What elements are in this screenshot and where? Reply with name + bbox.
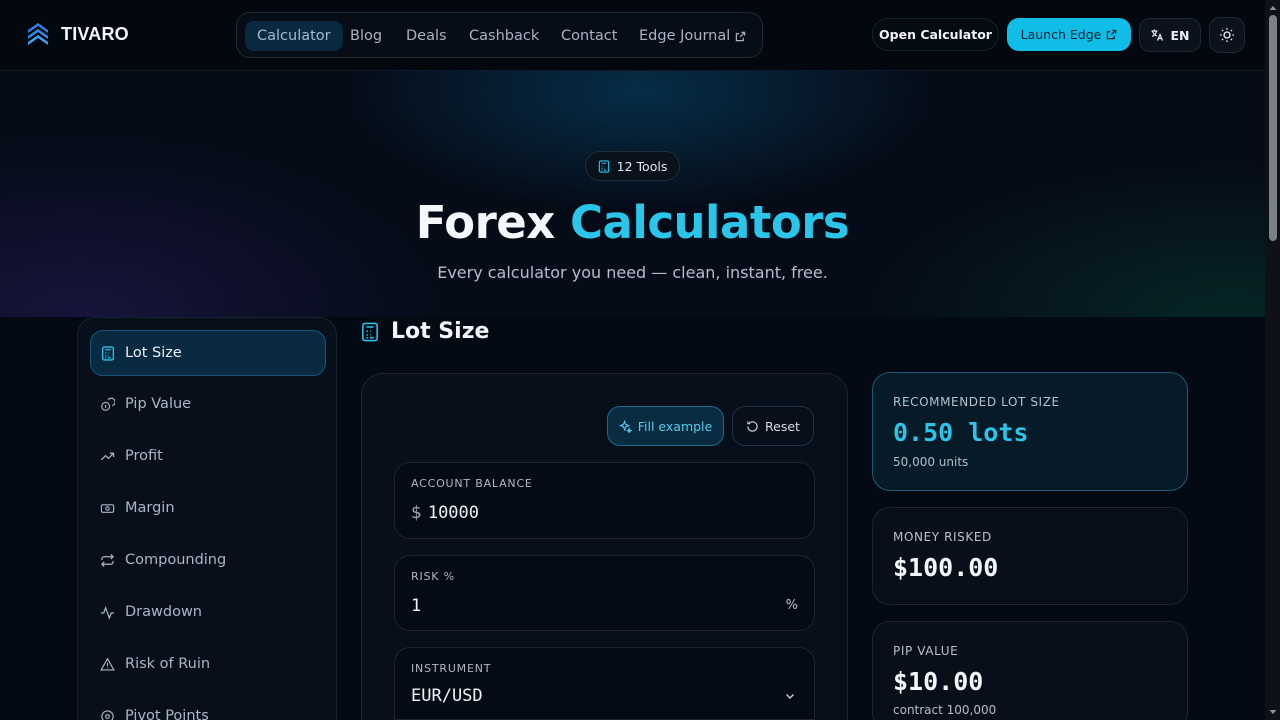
sidebar-item-label: Profit (125, 448, 163, 464)
title-main: Forex (415, 196, 556, 249)
sidebar-item-drawdown[interactable]: Drawdown (90, 589, 326, 635)
scroll-down-icon[interactable] (1268, 707, 1278, 717)
launch-edge-button[interactable]: Launch Edge (1007, 18, 1131, 51)
fill-example-label: Fill example (637, 418, 713, 434)
top-navigation-bar: TIVARO Calculator Blog Deals Cashback Co… (0, 0, 1265, 71)
nav-item-cashback[interactable]: Cashback (457, 21, 551, 51)
external-link-icon (736, 31, 746, 41)
tools-count-badge: 12 Tools (585, 151, 680, 181)
field-label: RISK % (411, 570, 455, 583)
scrollbar-thumb[interactable] (1269, 15, 1277, 241)
nav-label: Blog (350, 28, 383, 44)
sidebar-item-label: Risk of Ruin (125, 656, 211, 672)
trending-up-icon (100, 452, 115, 460)
instrument-select[interactable]: INSTRUMENT EUR/USD (394, 647, 815, 720)
open-calculator-button[interactable]: Open Calculator (872, 18, 999, 51)
risk-percent-value: 1 (411, 596, 422, 616)
instrument-value: EUR/USD (411, 686, 483, 706)
nav-label: Edge Journal (639, 28, 731, 44)
external-link-icon (1107, 29, 1117, 40)
language-label: EN (1170, 27, 1190, 43)
nav-item-calculator[interactable]: Calculator (245, 21, 343, 51)
chevron-down-icon (786, 694, 794, 699)
calculator-heading: Lot Size (361, 319, 489, 344)
nav-label: Cashback (469, 28, 540, 44)
account-balance-field[interactable]: ACCOUNT BALANCE $10000 (394, 462, 815, 539)
sidebar-item-risk-of-ruin[interactable]: Risk of Ruin (90, 641, 326, 687)
warning-icon (100, 657, 115, 670)
translate-icon (1151, 29, 1164, 41)
brand-name: TIVARO (61, 23, 129, 44)
sidebar-item-label: Compounding (125, 552, 227, 568)
theme-toggle[interactable] (1209, 17, 1245, 53)
sun-icon (1220, 28, 1234, 42)
language-switcher[interactable]: EN (1139, 18, 1201, 52)
sidebar-item-pivot-points[interactable]: Pivot Points (90, 693, 326, 720)
page-subtitle: Every calculator you need — clean, insta… (437, 263, 828, 282)
field-label: ACCOUNT BALANCE (411, 477, 533, 490)
sidebar-item-lot-size[interactable]: Lot Size (90, 330, 326, 376)
nav-label: Calculator (257, 28, 331, 44)
pip-value-value: $10.00 (893, 667, 984, 696)
result-card-pip-value: PIP VALUE $10.00 contract 100,000 (872, 621, 1188, 720)
calculator-icon (598, 159, 609, 173)
money-risked-value: $100.00 (893, 553, 999, 582)
result-label: PIP VALUE (893, 644, 959, 658)
fill-example-button[interactable]: Fill example (607, 406, 724, 446)
scroll-up-icon[interactable] (1268, 3, 1278, 13)
reset-icon (747, 420, 758, 432)
activity-icon (100, 605, 115, 620)
reset-label: Reset (765, 418, 800, 434)
sidebar-item-label: Lot Size (125, 345, 182, 361)
nav-item-blog[interactable]: Blog (338, 21, 394, 51)
nav-label: Deals (406, 28, 447, 44)
title-accent: Calculators (570, 196, 850, 249)
logo-icon (28, 23, 48, 45)
page-title: Forex Calculators (0, 196, 1265, 249)
brand-logo[interactable]: TIVARO (25, 21, 129, 47)
account-balance-value: 10000 (427, 503, 480, 523)
nav-item-deals[interactable]: Deals (394, 21, 459, 51)
sidebar-item-compounding[interactable]: Compounding (90, 537, 326, 583)
pivot-icon (101, 709, 114, 720)
result-card-lot-size: RECOMMENDED LOT SIZE 0.50 lots 50,000 un… (872, 372, 1188, 491)
result-card-money-risked: MONEY RISKED $100.00 (872, 507, 1188, 605)
risk-percent-field[interactable]: RISK % 1 % (394, 555, 815, 631)
open-calculator-label: Open Calculator (879, 27, 992, 42)
field-label: INSTRUMENT (411, 662, 492, 675)
coins-icon (101, 397, 115, 411)
launch-edge-label: Launch Edge (1020, 27, 1102, 42)
sidebar-item-pip-value[interactable]: Pip Value (90, 381, 326, 427)
sidebar-item-profit[interactable]: Profit (90, 433, 326, 479)
calculator-sidebar: Lot Size Pip Value Profit Margin Compoun… (77, 317, 337, 720)
sidebar-item-margin[interactable]: Margin (90, 485, 326, 531)
sidebar-item-label: Margin (125, 500, 175, 516)
lot-size-units: 50,000 units (893, 455, 969, 469)
nav-item-contact[interactable]: Contact (549, 21, 629, 51)
percent-suffix: % (785, 598, 798, 613)
nav-item-edge-journal[interactable]: Edge Journal (627, 21, 758, 51)
account-balance-input[interactable]: $10000 (411, 503, 479, 523)
currency-prefix: $ (411, 503, 422, 523)
calculator-title: Lot Size (391, 319, 490, 344)
sidebar-item-label: Pivot Points (125, 708, 209, 720)
main-nav: Calculator Blog Deals Cashback Contact E… (236, 12, 763, 58)
result-label: MONEY RISKED (893, 530, 992, 544)
repeat-icon (101, 553, 114, 567)
sparkles-icon (618, 419, 632, 433)
lot-size-value: 0.50 lots (893, 418, 1029, 447)
sidebar-item-label: Pip Value (125, 396, 192, 412)
sidebar-item-label: Drawdown (125, 604, 202, 620)
risk-percent-input[interactable]: 1 (411, 596, 421, 616)
banknote-icon (100, 503, 115, 513)
pip-value-contract: contract 100,000 (893, 703, 997, 717)
result-label: RECOMMENDED LOT SIZE (893, 395, 1060, 409)
badge-label: 12 Tools (616, 158, 668, 174)
calculator-icon (102, 345, 114, 361)
calculator-icon (362, 322, 378, 341)
nav-label: Contact (561, 28, 618, 44)
reset-button[interactable]: Reset (732, 406, 814, 446)
